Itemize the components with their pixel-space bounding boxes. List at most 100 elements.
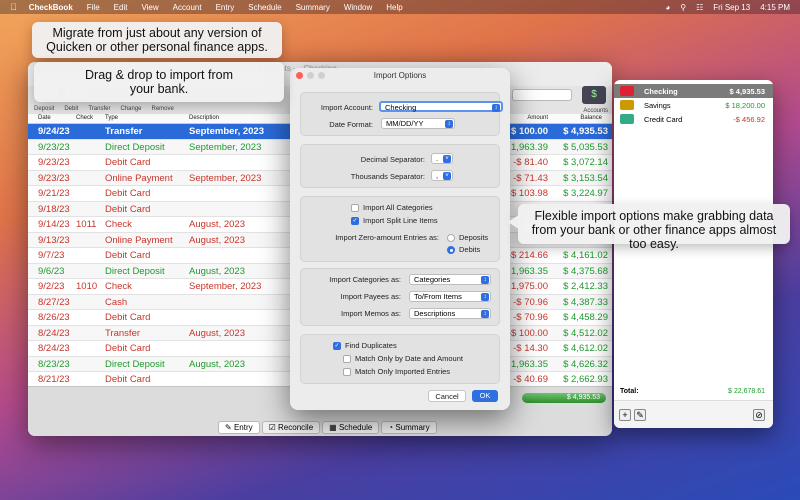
menu-app-name[interactable]: CheckBook <box>29 3 73 12</box>
date-cell: 9/14/23 <box>38 219 70 230</box>
balance-cell: $ 4,512.02 <box>563 327 608 339</box>
date-format-select[interactable]: MM/DD/YY ↕ <box>381 118 455 129</box>
thousands-separator-select[interactable]: , ˅ <box>431 170 453 181</box>
col-check[interactable]: Check <box>76 115 93 121</box>
menu-entry[interactable]: Entry <box>216 3 235 12</box>
import-split-label[interactable]: Import Split Line Items <box>363 216 438 225</box>
separator-panel: Decimal Separator: . ˅ Thousands Separat… <box>300 144 500 188</box>
edit-account-button[interactable]: ✎ <box>634 409 646 421</box>
account-icon <box>620 100 634 110</box>
menu-edit[interactable]: Edit <box>114 3 128 12</box>
account-item[interactable]: Checking $ 4,935.53 <box>614 84 773 98</box>
import-categories-label: Import Categories as: <box>329 275 401 284</box>
debits-radio[interactable] <box>447 246 455 254</box>
mode-summary[interactable]: ◔ Summary <box>381 421 437 434</box>
account-icon <box>620 114 634 124</box>
decimal-separator-select[interactable]: . ˅ <box>431 153 453 164</box>
date-cell: 9/6/23 <box>38 265 65 277</box>
search-icon[interactable]: ⚲ <box>680 3 686 12</box>
mode-entry[interactable]: ✎ Entry <box>218 421 260 434</box>
type-cell: Direct Deposit <box>105 265 165 277</box>
debits-label[interactable]: Debits <box>459 245 480 254</box>
accounts-icon[interactable]: $ <box>582 86 606 104</box>
amount-cell: -$ 40.69 <box>513 374 548 385</box>
amount-cell: -$ 214.66 <box>507 250 548 261</box>
menu-view[interactable]: View <box>141 3 158 12</box>
balance-cell: $ 4,612.02 <box>563 343 608 354</box>
debit-label[interactable]: Debit <box>64 106 78 112</box>
apple-menu-icon[interactable]:  <box>10 2 17 12</box>
account-item[interactable]: Savings $ 18,200.00 <box>614 98 773 112</box>
cancel-button[interactable]: Cancel <box>428 390 466 402</box>
match-imported-checkbox[interactable] <box>343 368 351 376</box>
transfer-label[interactable]: Transfer <box>88 106 110 112</box>
dialog-zoom-button[interactable] <box>318 72 325 79</box>
col-type[interactable]: Type <box>105 115 118 121</box>
entry-icon: ✎ <box>225 423 234 432</box>
date-cell: 9/7/23 <box>38 250 65 261</box>
menu-schedule[interactable]: Schedule <box>248 3 281 12</box>
ok-button[interactable]: OK <box>472 390 498 402</box>
mode-switcher: ✎ Entry ☑ Reconcile ▦ Schedule ◔ Summary <box>218 421 437 434</box>
deposits-radio[interactable] <box>447 234 455 242</box>
import-split-checkbox[interactable]: ✓ <box>351 217 359 225</box>
match-date-amount-label[interactable]: Match Only by Date and Amount <box>355 354 463 363</box>
dialog-titlebar: Import Options <box>290 68 510 84</box>
account-balance: $ 4,935.53 <box>729 87 765 96</box>
type-cell: Transfer <box>105 327 141 339</box>
date-cell: 9/18/23 <box>38 203 70 215</box>
dialog-minimize-button[interactable] <box>307 72 314 79</box>
menu-summary[interactable]: Summary <box>296 3 330 12</box>
find-duplicates-checkbox[interactable]: ✓ <box>333 342 341 350</box>
col-description[interactable]: Description <box>189 115 219 121</box>
wifi-icon[interactable]: ◕ <box>665 3 670 12</box>
chevron-updown-icon: ↕ <box>481 293 489 301</box>
account-item[interactable]: Credit Card -$ 456.92 <box>614 112 773 126</box>
date-cell: 9/13/23 <box>38 234 70 246</box>
menu-account[interactable]: Account <box>173 3 202 12</box>
dragdrop-tooltip: Drag & drop to import from your bank. <box>34 62 284 102</box>
match-date-amount-checkbox[interactable] <box>343 355 351 363</box>
match-imported-label[interactable]: Match Only Imported Entries <box>355 367 450 376</box>
decimal-separator-label: Decimal Separator: <box>360 155 425 164</box>
control-center-icon[interactable]: ☷ <box>696 3 703 12</box>
zero-amount-label: Import Zero-amount Entries as: <box>335 233 439 242</box>
menu-date[interactable]: Fri Sep 13 <box>713 3 750 12</box>
import-all-categories-checkbox[interactable] <box>351 204 359 212</box>
type-cell: Direct Deposit <box>105 358 165 370</box>
mode-schedule[interactable]: ▦ Schedule <box>322 421 380 434</box>
menu-bar:  CheckBook File Edit View Account Entry… <box>0 0 800 14</box>
balance-cell: $ 3,072.14 <box>563 157 608 168</box>
remove-account-button[interactable]: ⊘ <box>753 409 765 421</box>
balance-total-bar: $ 4,935.53 <box>522 393 606 403</box>
import-memos-select[interactable]: Descriptions ↕ <box>409 308 491 319</box>
menu-help[interactable]: Help <box>386 3 402 12</box>
date-format-value: MM/DD/YY <box>386 119 424 128</box>
col-balance[interactable]: Balance <box>580 115 602 121</box>
search-field[interactable] <box>512 89 572 101</box>
change-label[interactable]: Change <box>120 106 141 112</box>
date-cell: 9/23/23 <box>38 172 70 184</box>
dialog-close-button[interactable] <box>296 72 303 79</box>
date-cell: 8/21/23 <box>38 374 70 385</box>
import-categories-select[interactable]: Categories ↕ <box>409 274 491 285</box>
find-duplicates-label[interactable]: Find Duplicates <box>345 341 397 350</box>
add-account-button[interactable]: + <box>619 409 631 421</box>
menu-file[interactable]: File <box>87 3 100 12</box>
remove-label[interactable]: Remove <box>152 106 174 112</box>
import-account-select[interactable]: Checking ↕ <box>379 101 503 112</box>
date-cell: 9/24/23 <box>38 126 70 137</box>
type-cell: Transfer <box>105 126 143 137</box>
mode-schedule-label: Schedule <box>338 423 373 432</box>
col-date[interactable]: Date <box>38 115 51 121</box>
import-payees-select[interactable]: To/From Items ↕ <box>409 291 491 302</box>
calendar-icon: ▦ <box>329 423 339 432</box>
deposits-label[interactable]: Deposits <box>459 233 488 242</box>
mode-reconcile[interactable]: ☑ Reconcile <box>261 421 321 434</box>
menu-time[interactable]: 4:15 PM <box>760 3 790 12</box>
import-all-categories-label[interactable]: Import All Categories <box>363 203 433 212</box>
menu-window[interactable]: Window <box>344 3 372 12</box>
balance-cell: $ 4,935.53 <box>563 126 608 137</box>
col-amount[interactable]: Amount <box>527 115 548 121</box>
deposit-label[interactable]: Deposit <box>34 106 54 112</box>
